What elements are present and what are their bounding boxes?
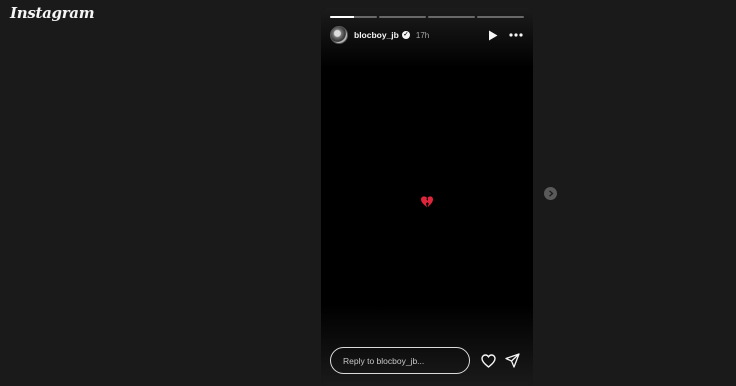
progress-segment (379, 16, 426, 18)
progress-fill (330, 16, 354, 18)
next-story-button[interactable] (544, 187, 557, 200)
instagram-logo[interactable]: Instagram (10, 4, 95, 22)
broken-heart-icon (420, 195, 434, 209)
heart-icon[interactable] (480, 353, 496, 369)
story-reply-bar (330, 347, 524, 374)
story-timestamp: 17h (415, 30, 430, 40)
progress-segment (428, 16, 475, 18)
verified-badge-icon: ✓ (401, 31, 410, 39)
story-header: blocboy_jb ✓ 17h (330, 26, 524, 44)
progress-segment (477, 16, 524, 18)
play-icon[interactable] (486, 28, 500, 42)
story-card[interactable]: blocboy_jb ✓ 17h (321, 8, 533, 385)
reply-input[interactable] (330, 347, 470, 374)
more-options-icon[interactable] (508, 28, 524, 42)
avatar[interactable] (330, 26, 348, 44)
chevron-right-icon (548, 190, 553, 197)
username-link[interactable]: blocboy_jb (354, 30, 399, 40)
story-progress-bar (330, 16, 524, 18)
progress-segment (330, 16, 377, 18)
story-viewer-page: Instagram blocboy_jb ✓ 17h (0, 0, 736, 386)
send-icon[interactable] (504, 353, 520, 369)
